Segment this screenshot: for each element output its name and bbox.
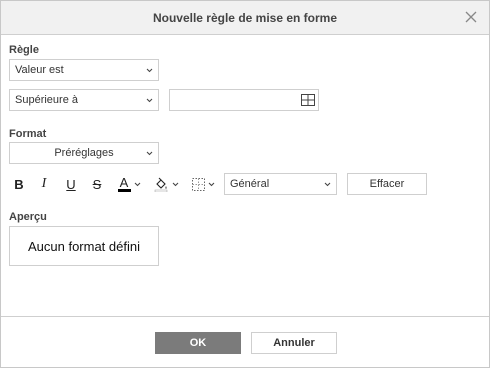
bold-icon: B xyxy=(14,176,24,192)
dialog-footer: OK Annuler xyxy=(1,316,489,368)
clear-button[interactable]: Effacer xyxy=(347,173,427,195)
underline-icon: U xyxy=(66,176,76,192)
rule-section-label: Règle xyxy=(9,44,39,56)
rule-type-dropdown[interactable]: Valeur est xyxy=(9,59,159,81)
chevron-down-icon xyxy=(146,98,153,103)
number-format-dropdown[interactable]: Général xyxy=(224,173,337,195)
fill-color-button[interactable] xyxy=(151,173,181,195)
bold-button[interactable]: B xyxy=(9,173,29,195)
chevron-down-icon xyxy=(208,182,214,186)
dialog-title: Nouvelle règle de mise en forme xyxy=(152,11,338,25)
font-color-letter: A xyxy=(119,174,129,190)
chevron-down-icon xyxy=(324,182,331,187)
font-color-button[interactable]: A xyxy=(114,173,144,195)
operator-dropdown[interactable]: Supérieure à xyxy=(9,89,159,111)
presets-dropdown[interactable]: Préréglages xyxy=(9,142,159,164)
preview-box: Aucun format défini xyxy=(9,226,159,266)
italic-icon: I xyxy=(41,176,47,191)
operator-value: Supérieure à xyxy=(15,94,78,106)
chevron-down-icon xyxy=(146,151,153,156)
cancel-button[interactable]: Annuler xyxy=(251,332,337,354)
rule-type-value: Valeur est xyxy=(15,64,64,76)
value-input[interactable] xyxy=(169,89,319,111)
strikethrough-button[interactable]: S xyxy=(87,173,107,195)
underline-button[interactable]: U xyxy=(61,173,81,195)
fill-color-icon xyxy=(154,177,168,192)
format-rule-dialog: Nouvelle règle de mise en forme Règle Va… xyxy=(0,0,490,368)
select-range-icon[interactable] xyxy=(300,92,316,108)
italic-button[interactable]: I xyxy=(34,173,54,195)
preview-section-label: Aperçu xyxy=(9,211,47,223)
font-color-swatch xyxy=(117,188,131,192)
chevron-down-icon xyxy=(172,182,179,186)
number-format-value: Général xyxy=(230,178,270,190)
dialog-titlebar: Nouvelle règle de mise en forme xyxy=(1,1,489,35)
close-icon[interactable] xyxy=(463,9,479,25)
strikethrough-icon: S xyxy=(92,176,102,192)
borders-button[interactable] xyxy=(189,173,217,195)
borders-icon xyxy=(191,177,205,191)
chevron-down-icon xyxy=(134,182,140,186)
presets-value: Préréglages xyxy=(54,147,114,159)
font-color-icon: A xyxy=(117,174,131,192)
chevron-down-icon xyxy=(146,68,153,73)
ok-button[interactable]: OK xyxy=(155,332,241,354)
format-section-label: Format xyxy=(9,128,47,140)
preview-text: Aucun format défini xyxy=(27,239,140,254)
